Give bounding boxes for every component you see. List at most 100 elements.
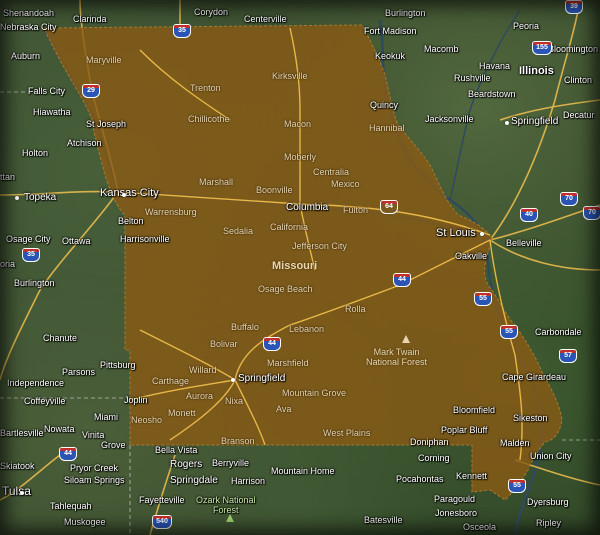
place-chanute: Chanute (43, 333, 78, 343)
place-bella-vista: Bella Vista (155, 445, 198, 455)
tree-icon (402, 335, 410, 343)
city-dot (20, 491, 24, 495)
place-moberly: Moberly (284, 152, 317, 162)
place-kansas-city: Kansas City (100, 187, 159, 199)
tree-icon (226, 514, 234, 522)
interstate-shield: 57 (559, 349, 577, 363)
place-clinton: Clinton (564, 75, 593, 85)
place-marshfield: Marshfield (267, 358, 309, 368)
place-carbondale: Carbondale (535, 327, 582, 337)
place-peoria: Peoria (513, 21, 540, 31)
interstate-shield: 44 (393, 273, 411, 287)
place-corydon: Corydon (194, 7, 229, 17)
place-osage-city: Osage City (6, 234, 51, 244)
place-dyersburg: Dyersburg (527, 497, 569, 507)
place-quincy: Quincy (370, 100, 399, 110)
place-falls-city: Falls City (28, 86, 66, 96)
place-jacksonville: Jacksonville (425, 114, 474, 124)
place-kennett: Kennett (456, 471, 488, 481)
place-macomb: Macomb (424, 44, 459, 54)
place-osage-beach: Osage Beach (258, 284, 313, 294)
city-dot (505, 121, 509, 125)
place-siloam-springs: Siloam Springs (64, 475, 125, 485)
place-fulton: Fulton (343, 205, 369, 215)
place-vinita: Vinita (82, 430, 105, 440)
place-union-city: Union City (530, 451, 572, 461)
place-oria: oria (0, 259, 16, 269)
place-maryville: Maryville (86, 55, 122, 65)
interstate-shield: 55 (474, 292, 492, 306)
place-muskogee: Muskogee (64, 517, 106, 527)
place-centerville: Centerville (244, 14, 287, 24)
state-label-illinois: Illinois (519, 65, 554, 77)
forest-label-mark-twain: Mark Twain National Forest (366, 347, 428, 367)
place-auburn: Auburn (11, 51, 41, 61)
place-clarinda: Clarinda (73, 14, 107, 24)
place-hannibal: Hannibal (369, 123, 405, 133)
place-buffalo: Buffalo (231, 322, 259, 332)
place-mountain-home: Mountain Home (271, 466, 335, 476)
satellite-map[interactable]: Missouri Mark Twain National Forest Mary… (0, 0, 600, 535)
place-monett: Monett (168, 408, 196, 418)
city-dot (122, 193, 126, 197)
interstate-shield: 44 (59, 447, 77, 461)
place-hiawatha: Hiawatha (33, 107, 71, 117)
place-willard: Willard (189, 365, 217, 375)
place-atchison: Atchison (67, 138, 102, 148)
interstate-shield: 55 (508, 479, 526, 493)
place-bloomfield: Bloomfield (453, 405, 496, 415)
place-grove: Grove (101, 440, 126, 450)
place-carthage: Carthage (152, 376, 190, 386)
place-branson: Branson (221, 436, 255, 446)
place-holton: Holton (22, 148, 49, 158)
interstate-shield: 35 (173, 24, 191, 38)
place-osceola: Osceola (463, 522, 497, 532)
place-mexico: Mexico (331, 179, 360, 189)
place-bolivar: Bolivar (210, 339, 238, 349)
place-columbia: Columbia (286, 202, 329, 213)
place-st-louis: St Louis (436, 227, 476, 239)
place-springdale: Springdale (170, 475, 218, 486)
place-california: California (270, 222, 309, 232)
city-dot (231, 378, 235, 382)
place-jonesboro: Jonesboro (435, 508, 478, 518)
place-topeka: Topeka (24, 192, 57, 203)
illinois-river (449, 9, 521, 201)
place-tulsa: Tulsa (2, 484, 31, 498)
place-west-plains: West Plains (323, 428, 371, 438)
place-keokuk: Keokuk (375, 51, 406, 61)
interstate-shield: 55 (500, 325, 518, 339)
place-miami: Miami (94, 412, 118, 422)
place-springfield-mo: Springfield (238, 373, 286, 384)
place-pittsburg: Pittsburg (100, 360, 136, 370)
place-warrensburg: Warrensburg (145, 207, 197, 217)
place-centralia: Centralia (313, 167, 350, 177)
place-pocahontas: Pocahontas (396, 474, 444, 484)
place-nebraska-city: Nebraska City (0, 22, 57, 32)
place-lebanon: Lebanon (289, 324, 325, 334)
place-parsons: Parsons (62, 367, 96, 377)
place-coffeyville: Coffeyville (24, 396, 66, 406)
place-aurora: Aurora (186, 391, 214, 401)
place-rushville: Rushville (454, 73, 491, 83)
place-joplin: Joplin (124, 395, 148, 405)
place-ripley: Ripley (536, 518, 562, 528)
city-dot (15, 196, 19, 200)
place-ttan: ttan (0, 172, 16, 182)
place-shenandoah: Shenandoah (3, 8, 55, 18)
place-rolla: Rolla (345, 304, 366, 314)
place-bloomington: Bloomington (548, 44, 599, 54)
place-nixa: Nixa (225, 396, 244, 406)
place-burlington-ia: Burlington (385, 8, 426, 18)
state-label-missouri: Missouri (272, 260, 318, 272)
interstate-shield: 35 (22, 248, 40, 262)
place-fort-madison: Fort Madison (364, 26, 417, 36)
interstate-shield: 40 (520, 208, 538, 222)
place-trenton: Trenton (190, 83, 221, 93)
place-belleville: Belleville (506, 238, 542, 248)
place-paragould: Paragould (434, 494, 476, 504)
interstate-shield: 155 (532, 41, 552, 55)
place-marshall: Marshall (199, 177, 234, 187)
place-malden: Malden (500, 438, 530, 448)
place-bartlesville: Bartlesville (0, 428, 44, 438)
